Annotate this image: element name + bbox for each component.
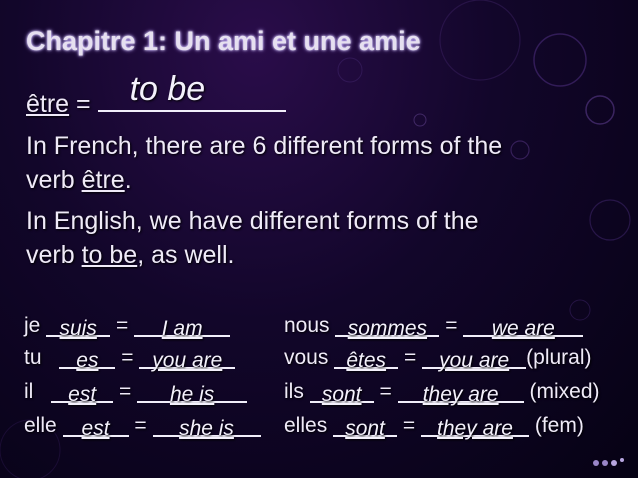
conjugation-tu: tu es = you are (24, 346, 236, 372)
conjugation-je: je suis = I am (24, 314, 231, 340)
intro-line-2-pre: verb (26, 166, 82, 194)
french-form: sont (321, 383, 362, 406)
gender-note: (mixed) (529, 380, 600, 403)
definition-blank: to be (97, 72, 286, 112)
french-blank: est (62, 415, 129, 440)
pronoun: nous (284, 314, 330, 337)
equals-sign: = (119, 380, 132, 403)
french-form: est (68, 383, 97, 406)
number-note: (plural) (526, 346, 592, 369)
pronoun: ils (284, 380, 304, 403)
intro-line-1: In French, there are 6 different forms o… (26, 132, 502, 161)
english-form: you are (439, 349, 510, 372)
french-form: sont (345, 417, 385, 440)
slide-title: Chapitre 1: Un ami et une amie (26, 26, 421, 56)
english-form: you are (152, 349, 223, 372)
french-blank: sommes (335, 315, 440, 340)
conjugation-il: il est = he is (24, 380, 248, 406)
bubble-decoration (0, 0, 631, 478)
french-blank: suis (46, 315, 111, 340)
english-blank: you are (139, 347, 236, 372)
pronoun: elle (24, 414, 57, 437)
intro-line-4-pre: verb (26, 241, 82, 269)
english-blank: we are (463, 315, 584, 340)
slide-dots-icon (593, 458, 624, 466)
english-form: they are (437, 417, 513, 440)
intro-line-2: verb être. (26, 166, 132, 195)
english-form: I am (161, 317, 203, 340)
intro-line-2-post: . (124, 166, 132, 194)
equals-sign: = (379, 380, 392, 403)
definition-word: être (26, 90, 70, 118)
intro-line-4: verb to be, as well. (26, 241, 234, 270)
intro-line-1-text: In French, there are 6 different forms o… (26, 132, 503, 160)
french-form: es (76, 349, 99, 372)
intro-line-4-post: , as well. (137, 241, 235, 269)
pronoun: vous (284, 346, 329, 369)
definition-answer: to be (129, 70, 206, 108)
french-blank: sont (309, 381, 374, 406)
pronoun: je (24, 314, 41, 337)
intro-line-3: In English, we have different forms of t… (26, 207, 479, 236)
equals-sign: = (404, 346, 417, 369)
conjugation-elle: elle est = she is (24, 414, 261, 440)
slide: Chapitre 1: Un ami et une amie être = to… (0, 0, 638, 478)
gender-note: (fem) (534, 414, 584, 437)
french-form: est (81, 417, 110, 440)
english-blank: I am (134, 315, 231, 340)
english-form: they are (422, 383, 499, 406)
definition-line: être = to be (26, 72, 286, 119)
equals-sign: = (445, 314, 458, 337)
french-form: suis (59, 317, 97, 340)
english-blank: he is (137, 381, 248, 406)
conjugation-elles: elles sont = they are (fem) (284, 414, 584, 440)
english-blank: you are (422, 347, 527, 372)
french-form: sommes (347, 317, 428, 340)
english-blank: they are (421, 415, 529, 440)
equals-sign: = (134, 414, 147, 437)
english-form: we are (491, 317, 555, 340)
english-blank: she is (152, 415, 261, 440)
conjugation-ils: ils sont = they are (mixed) (284, 380, 600, 406)
pronoun: il (24, 380, 34, 403)
pronoun: tu (24, 346, 42, 369)
equals-sign: = (402, 414, 416, 437)
equals-sign: = (121, 346, 134, 369)
french-blank: êtes (334, 347, 399, 372)
pronoun: elles (284, 414, 328, 437)
equals-sign: = (116, 314, 129, 337)
intro-line-2-verb: être (81, 166, 125, 194)
intro-line-3-text: In English, we have different forms of t… (26, 207, 479, 235)
intro-line-4-verb: to be (81, 241, 138, 269)
definition-equals: = (69, 90, 98, 118)
french-blank: est (51, 381, 114, 406)
conjugation-vous: vous êtes = you are (plural) (284, 346, 592, 372)
english-form: she is (179, 417, 234, 440)
english-form: he is (169, 383, 215, 406)
conjugation-nous: nous sommes = we are (284, 314, 584, 340)
french-blank: es (59, 347, 116, 372)
french-blank: sont (333, 415, 398, 440)
french-form: êtes (346, 349, 387, 372)
english-blank: they are (397, 381, 524, 406)
